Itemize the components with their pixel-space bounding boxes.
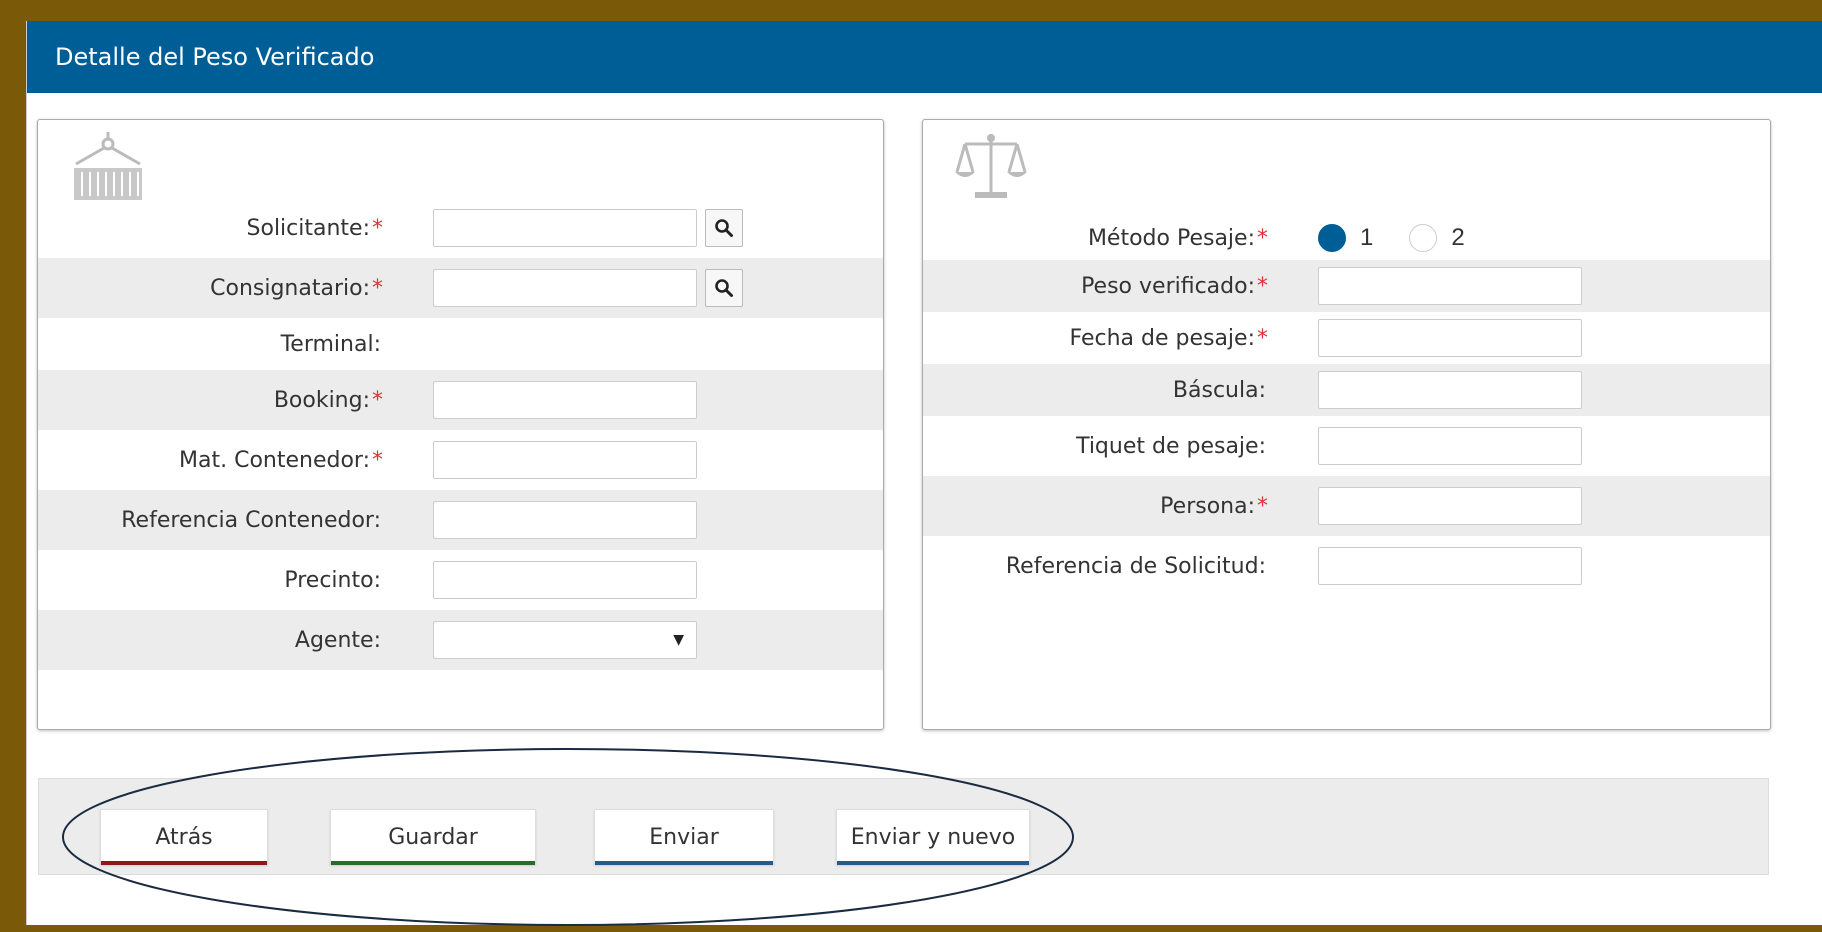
tiquet-pesaje-input[interactable] [1318,427,1582,465]
highlight-ellipse [62,748,1074,926]
label-solicitante: Solicitante:* [246,215,383,241]
persona-input[interactable] [1318,487,1582,525]
search-icon [715,279,733,297]
label-booking: Booking:* [273,387,383,413]
row-precinto: Precinto: [38,550,883,610]
agente-select[interactable]: ▼ [433,621,697,659]
label-peso-verificado: Peso verificado:* [1081,273,1268,299]
search-icon [715,219,733,237]
label-terminal: Terminal: [280,331,381,357]
booking-input[interactable] [433,381,697,419]
row-agente: Agente: ▼ [38,610,883,670]
row-referencia-contenedor: Referencia Contenedor: [38,490,883,550]
consignatario-search-button[interactable] [705,269,743,307]
row-terminal: Terminal: [38,318,883,370]
row-booking: Booking:* [38,370,883,430]
row-referencia-solicitud: Referencia de Solicitud: [923,536,1770,596]
mat-contenedor-input[interactable] [433,441,697,479]
referencia-solicitud-input[interactable] [1318,547,1582,585]
label-tiquet-pesaje: Tiquet de pesaje: [1076,433,1266,459]
precinto-input[interactable] [433,561,697,599]
scale-icon [955,134,1027,198]
row-peso-verificado: Peso verificado:* [923,260,1770,312]
label-bascula: Báscula: [1172,377,1266,403]
metodo-radio-2-label: 2 [1451,224,1465,251]
label-metodo-pesaje: Método Pesaje:* [1087,225,1268,251]
metodo-radio-2[interactable] [1409,224,1438,252]
label-consignatario: Consignatario:* [210,275,383,301]
label-persona: Persona:* [1160,493,1268,519]
label-precinto: Precinto: [284,567,381,593]
container-icon [74,132,142,200]
label-agente: Agente: [294,627,381,653]
bascula-input[interactable] [1318,371,1582,409]
label-fecha-pesaje: Fecha de pesaje:* [1069,325,1269,351]
label-mat-contenedor: Mat. Contenedor:* [179,447,383,473]
row-consignatario: Consignatario:* [38,258,883,318]
metodo-radio-1[interactable] [1318,224,1346,252]
row-metodo-pesaje: Método Pesaje:* 1 2 [923,208,1770,268]
peso-verificado-input[interactable] [1318,267,1582,305]
page-title: Detalle del Peso Verificado [55,43,375,71]
fecha-pesaje-input[interactable] [1318,319,1582,357]
row-mat-contenedor: Mat. Contenedor:* [38,430,883,490]
weight-card: Método Pesaje:* 1 2 Peso verificado:* Fe… [922,119,1771,730]
panel-header: Detalle del Peso Verificado [27,21,1822,93]
row-persona: Persona:* [923,476,1770,536]
row-solicitante: Solicitante:* [38,198,883,258]
row-bascula: Báscula: [923,364,1770,416]
solicitante-input[interactable] [433,209,697,247]
caret-down-icon: ▼ [673,632,684,648]
row-tiquet-pesaje: Tiquet de pesaje: [923,416,1770,476]
metodo-pesaje-radio-group: 1 2 [1318,224,1487,252]
container-card: Solicitante:* Consignatario:* Terminal: … [37,119,884,730]
row-fecha-pesaje: Fecha de pesaje:* [923,312,1770,364]
consignatario-input[interactable] [433,269,697,307]
label-referencia-solicitud: Referencia de Solicitud: [1005,553,1266,579]
label-referencia-contenedor: Referencia Contenedor: [121,507,381,533]
metodo-radio-1-label: 1 [1360,224,1374,251]
solicitante-search-button[interactable] [705,209,743,247]
referencia-contenedor-input[interactable] [433,501,697,539]
